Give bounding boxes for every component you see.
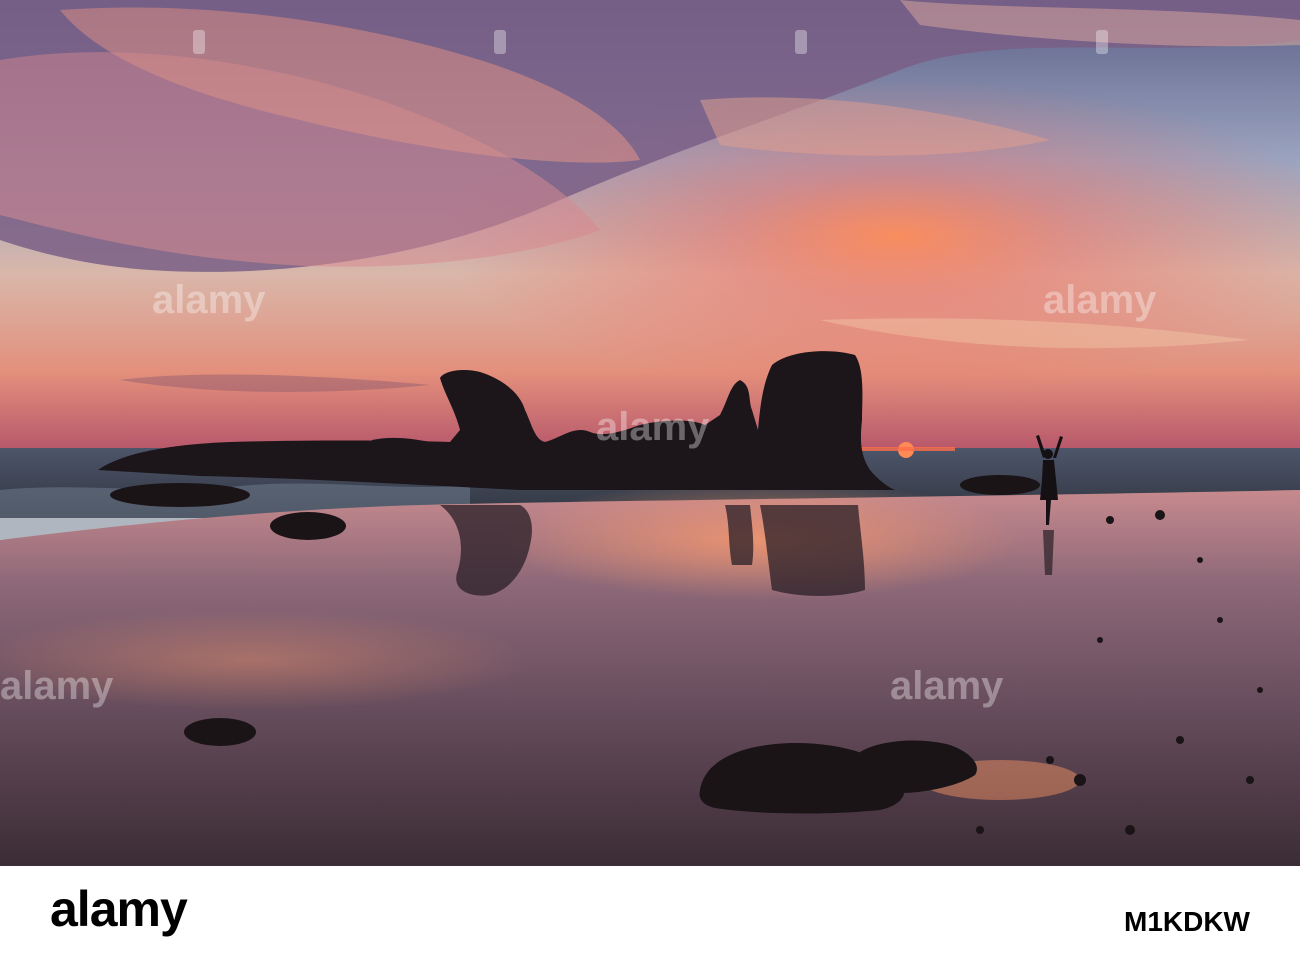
- watermark-text: alamy: [0, 664, 114, 708]
- watermark-text: alamy: [596, 405, 710, 449]
- image-id: M1KDKW: [1124, 906, 1250, 937]
- stock-footer: alamy M1KDKW: [0, 866, 1300, 956]
- watermark-mark: [795, 30, 807, 54]
- watermark-mark: [193, 30, 205, 54]
- watermark-text: alamy: [890, 664, 1004, 708]
- watermark-mark: [1096, 30, 1108, 54]
- footer-logo: alamy: [50, 881, 188, 937]
- stock-photo: alamy alamy alamy alamy alamy: [0, 0, 1300, 866]
- watermark-text: alamy: [1043, 278, 1157, 322]
- watermark-mark: [494, 30, 506, 54]
- watermark-text: alamy: [152, 278, 266, 322]
